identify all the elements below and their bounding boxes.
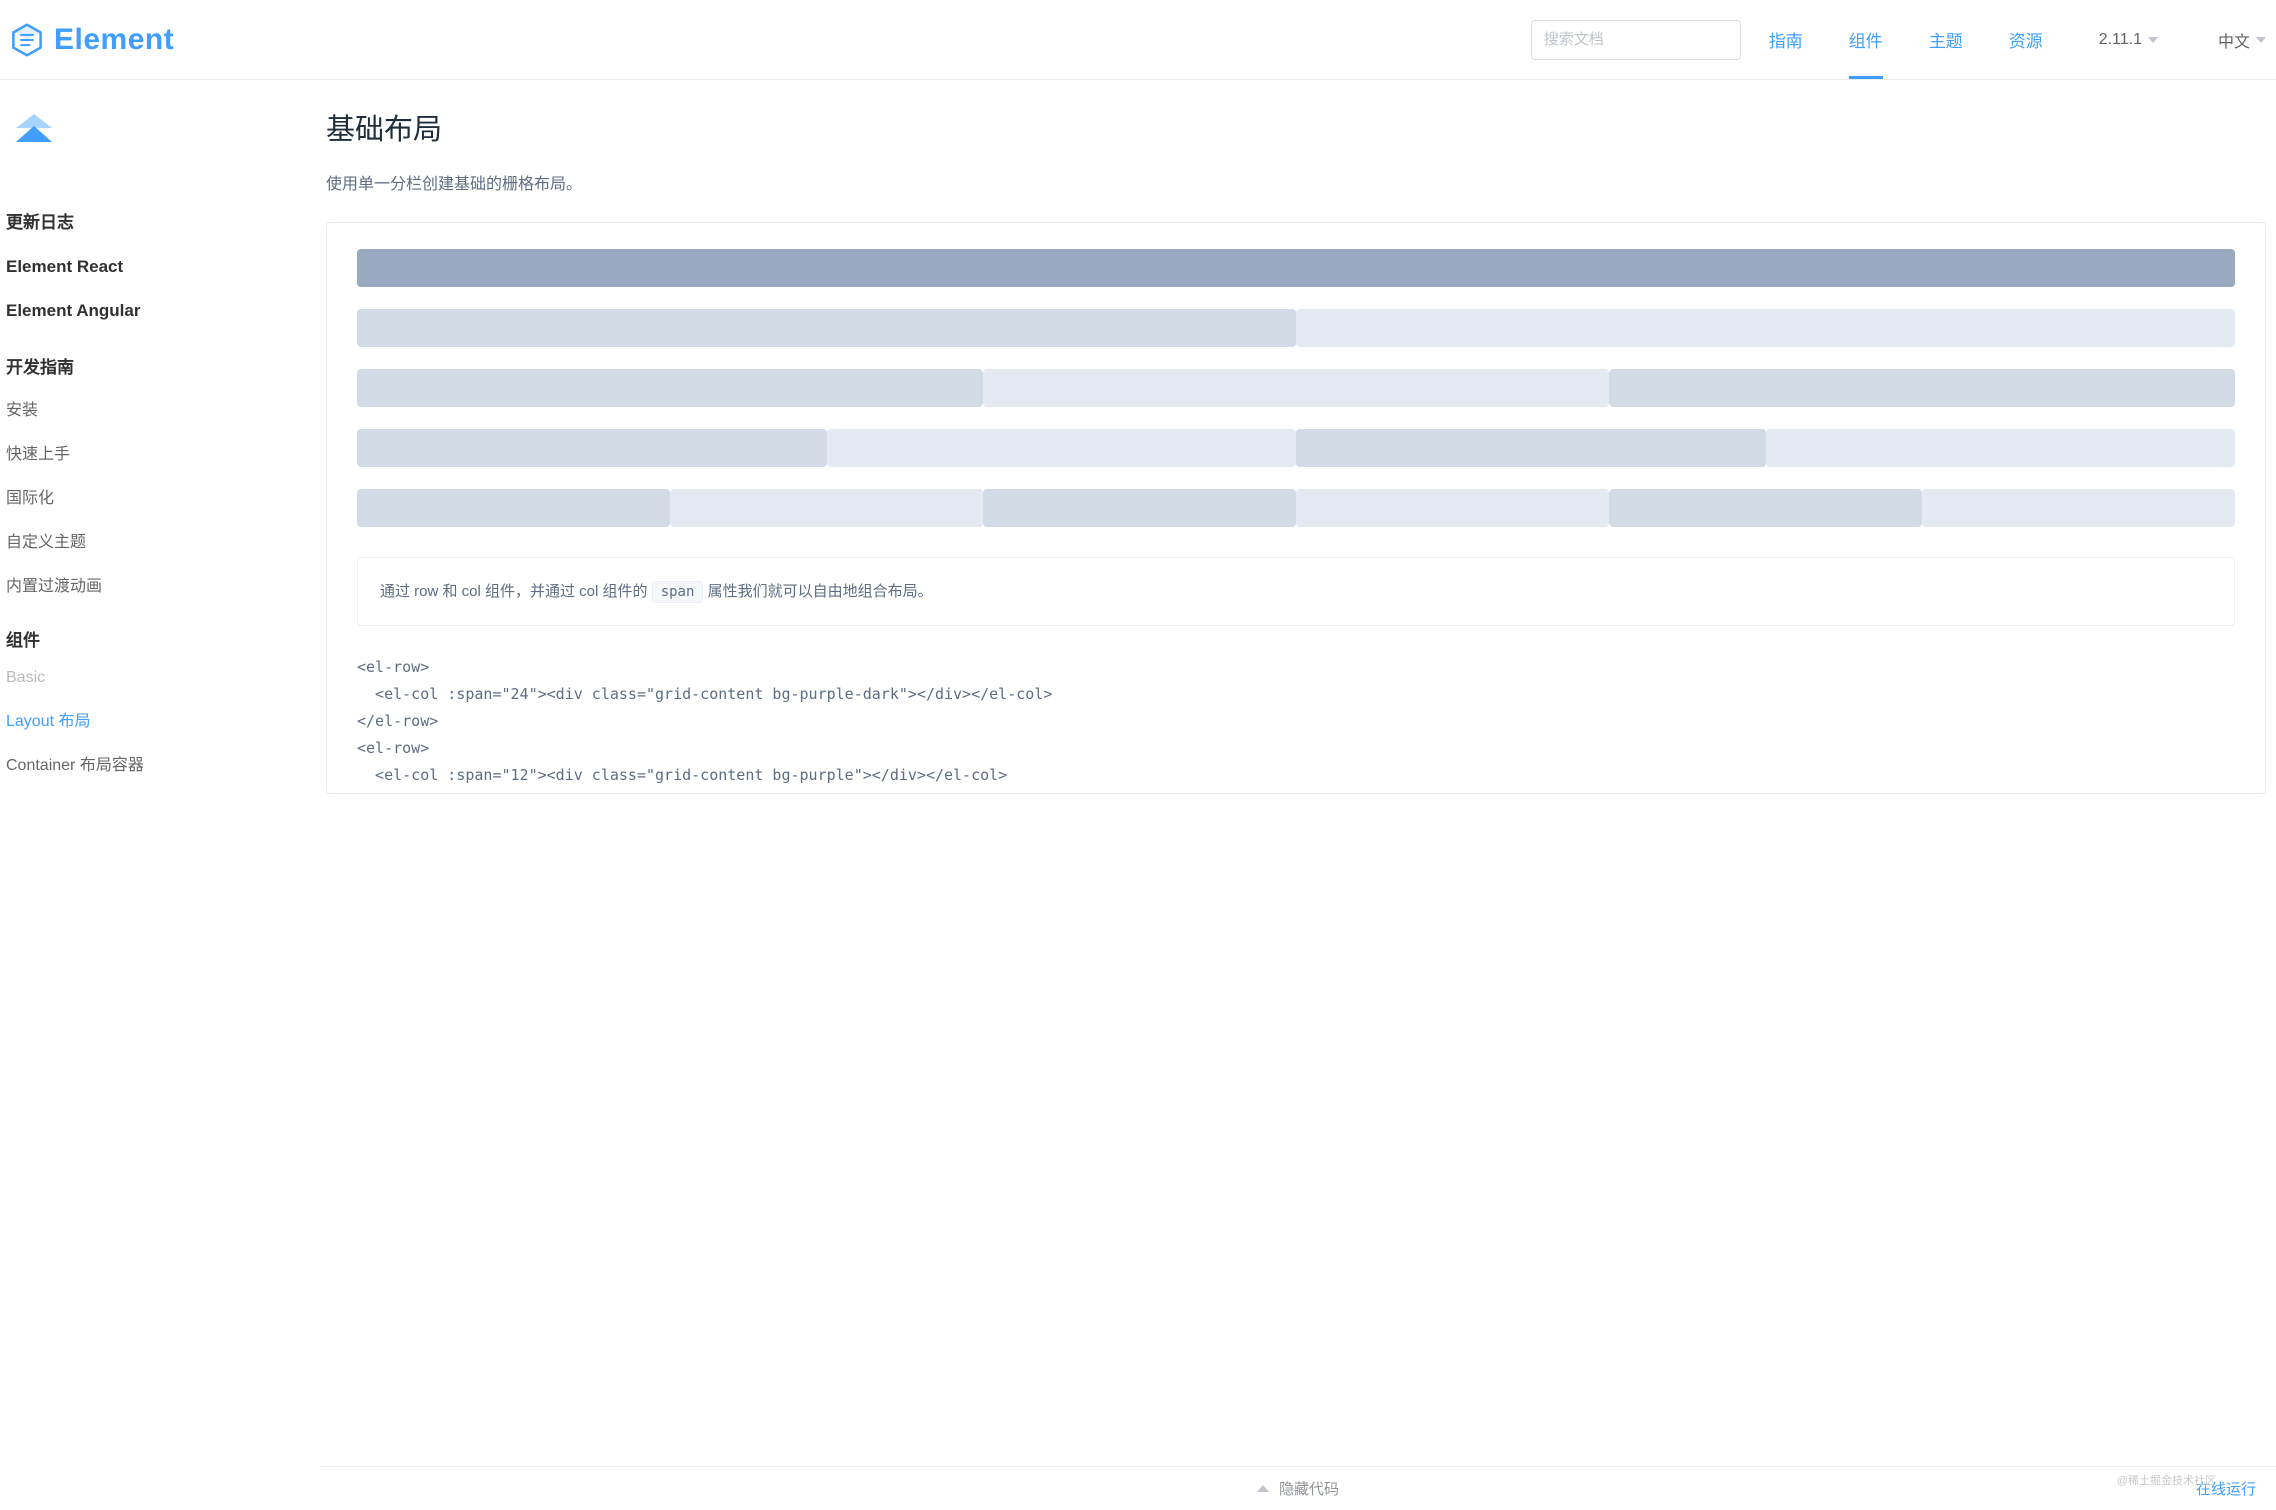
caret-up-icon — [1257, 1485, 1269, 1492]
sidebar-section-components: 组件 — [6, 606, 320, 659]
nav-theme[interactable]: 主题 — [1929, 1, 1963, 78]
grid-row — [357, 369, 2235, 407]
grid-row — [357, 309, 2235, 347]
sidebar-section-dev-guide: 开发指南 — [6, 333, 320, 386]
grid-col-8 — [1609, 369, 2235, 407]
demo-box: 通过 row 和 col 组件，并通过 col 组件的 span 属性我们就可以… — [326, 222, 2266, 794]
grid-col-4 — [983, 489, 1296, 527]
version-select[interactable]: 2.11.1 — [2099, 31, 2158, 49]
grid-col-24 — [357, 249, 2235, 287]
page-title: 基础布局 — [326, 106, 2266, 148]
search-box[interactable] — [1531, 20, 1741, 60]
demo-explain: 通过 row 和 col 组件，并通过 col 组件的 span 属性我们就可以… — [357, 557, 2235, 626]
top-nav: 指南 组件 主题 资源 — [1769, 1, 2043, 78]
search-input[interactable] — [1544, 31, 1728, 48]
grid-col-6 — [1766, 429, 2236, 467]
chevron-down-icon — [2256, 37, 2266, 43]
sidebar-item-react[interactable]: Element React — [6, 245, 320, 289]
sidebar-item-install[interactable]: 安装 — [6, 386, 320, 430]
grid-col-8 — [983, 369, 1609, 407]
grid-col-12 — [357, 309, 1296, 347]
code-block: <el-row> <el-col :span="24"><div class="… — [357, 636, 2235, 793]
grid-col-4 — [1922, 489, 2235, 527]
sidebar-item-i18n[interactable]: 国际化 — [6, 474, 320, 518]
version-label: 2.11.1 — [2099, 31, 2142, 49]
sidebar-item-angular[interactable]: Element Angular — [6, 289, 320, 333]
sidebar-logo-icon[interactable] — [14, 114, 320, 156]
grid-row — [357, 249, 2235, 287]
grid-row — [357, 429, 2235, 467]
nav-resource[interactable]: 资源 — [2009, 1, 2043, 78]
grid-row — [357, 489, 2235, 527]
grid-col-4 — [1609, 489, 1922, 527]
sidebar-item-custom-theme[interactable]: 自定义主题 — [6, 518, 320, 562]
explain-text-pre: 通过 row 和 col 组件，并通过 col 组件的 — [380, 583, 652, 600]
sidebar-item-transitions[interactable]: 内置过渡动画 — [6, 562, 320, 606]
sidebar-item-container[interactable]: Container 布局容器 — [6, 741, 320, 785]
nav-guide[interactable]: 指南 — [1769, 1, 1803, 78]
grid-col-8 — [357, 369, 983, 407]
grid-col-6 — [827, 429, 1297, 467]
grid-col-4 — [1296, 489, 1609, 527]
sidebar: 更新日志 Element React Element Angular 开发指南 … — [0, 80, 320, 914]
logo-text: Element — [54, 23, 174, 57]
page-description: 使用单一分栏创建基础的栅格布局。 — [326, 170, 2266, 194]
grid-col-6 — [1296, 429, 1766, 467]
nav-component[interactable]: 组件 — [1849, 1, 1883, 78]
sidebar-item-layout[interactable]: Layout 布局 — [6, 697, 320, 741]
sidebar-group-basic: Basic — [6, 659, 320, 697]
sidebar-item-changelog[interactable]: 更新日志 — [6, 196, 320, 245]
header: Element 指南 组件 主题 资源 2.11.1 中文 — [0, 0, 2276, 80]
hide-code-button[interactable]: 隐藏代码 — [1279, 1478, 1339, 1499]
grid-col-4 — [670, 489, 983, 527]
logo-icon — [10, 23, 44, 57]
grid-col-4 — [357, 489, 670, 527]
grid-col-6 — [357, 429, 827, 467]
logo[interactable]: Element — [10, 23, 174, 57]
main-content: 基础布局 使用单一分栏创建基础的栅格布局。 — [320, 80, 2276, 914]
inline-code-span: span — [652, 581, 704, 603]
grid-col-12 — [1296, 309, 2235, 347]
sidebar-item-quickstart[interactable]: 快速上手 — [6, 430, 320, 474]
explain-text-post: 属性我们就可以自由地组合布局。 — [708, 583, 933, 600]
language-label: 中文 — [2218, 28, 2250, 52]
watermark: @稀土掘金技术社区 — [2117, 1472, 2216, 1488]
language-select[interactable]: 中文 — [2218, 28, 2266, 52]
demo-bottom-bar: 隐藏代码 在线运行 — [320, 1466, 2276, 1510]
chevron-down-icon — [2148, 37, 2158, 43]
